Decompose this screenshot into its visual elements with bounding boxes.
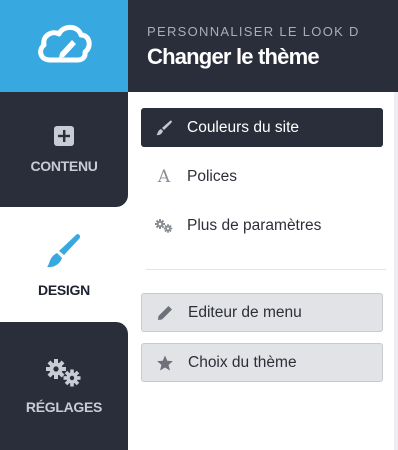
gears-icon [44,358,84,393]
pencil-icon [142,304,188,322]
app-window: CONTENU DESIGN RÉGLAGES PERSONNALISER LE… [0,0,398,450]
font-a-icon: A [157,166,171,187]
scroll-edge [394,92,398,450]
gears-icon [141,218,187,234]
page-header: PERSONNALISER LE LOOK D Changer le thème [128,0,398,92]
rail-item-label: RÉGLAGES [25,398,103,415]
left-rail: CONTENU DESIGN RÉGLAGES [0,0,128,450]
menu-item-couleurs[interactable]: Couleurs du site [141,108,383,147]
menu-item-parametres[interactable]: Plus de paramètres [141,206,383,245]
paintbrush-icon [44,231,84,276]
menu-item-label: Choix du thème [188,353,297,371]
star-icon [142,354,188,372]
logo[interactable] [0,0,128,92]
design-menu: Couleurs du site A Polices Plus de param… [128,92,398,450]
menu-item-polices[interactable]: A Polices [141,157,383,196]
menu-item-label: Polices [187,167,237,185]
menu-item-label: Plus de paramètres [187,216,322,234]
rail-item-contenu[interactable]: CONTENU [0,92,128,207]
rail-item-label: CONTENU [30,158,98,174]
rail-item-reglages[interactable]: RÉGLAGES [0,322,128,450]
page-kicker: PERSONNALISER LE LOOK D [147,24,360,39]
paintbrush-icon [141,119,187,137]
menu-item-label: Editeur de menu [188,303,302,321]
rail-item-design[interactable]: DESIGN [0,207,128,322]
cloud-pen-icon [34,22,94,71]
menu-item-choix-theme[interactable]: Choix du thème [141,343,383,382]
menu-item-label: Couleurs du site [187,118,300,136]
page-title: Changer le thème [147,44,320,69]
menu-item-editeur[interactable]: Editeur de menu [141,293,383,332]
menu-divider [146,269,386,270]
rail-item-label: DESIGN [38,282,90,298]
plus-square-icon [53,125,75,152]
